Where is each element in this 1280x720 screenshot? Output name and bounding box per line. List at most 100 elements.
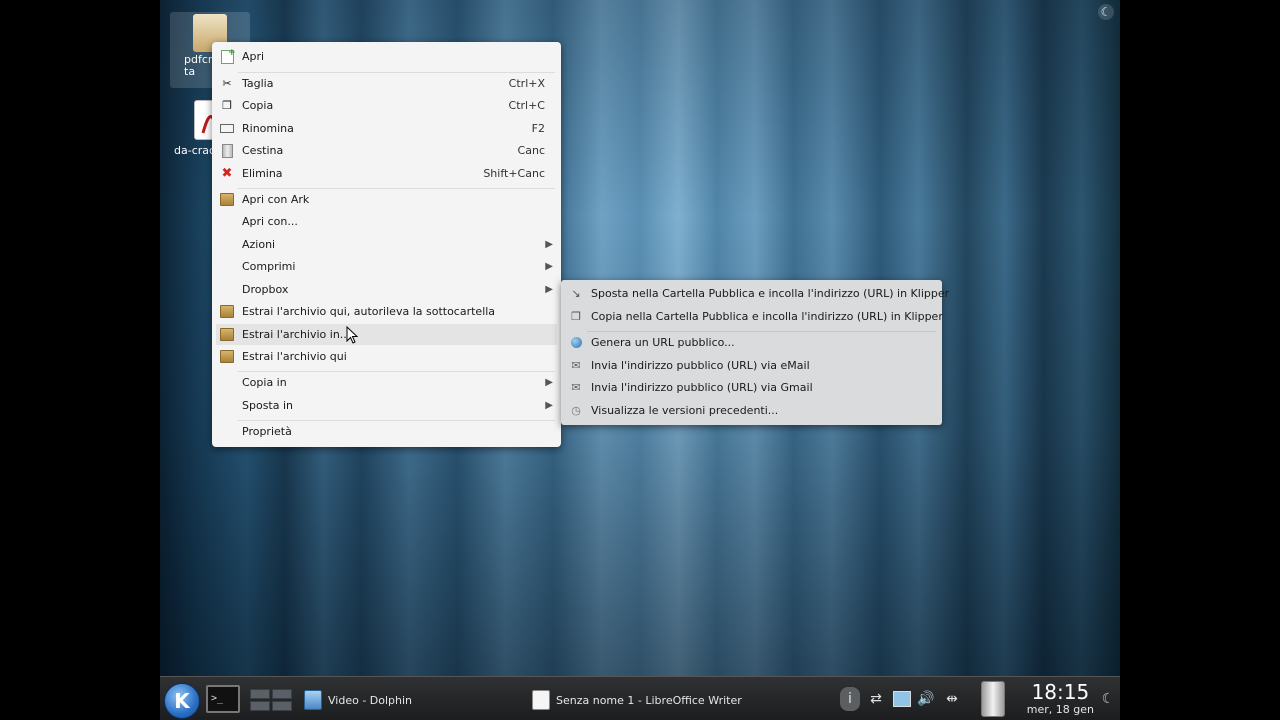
copy-icon: ❐ (571, 310, 581, 323)
menu-item-elimina[interactable]: ✖ Elimina Shift+Canc (216, 163, 557, 184)
pager-desktop-4[interactable] (272, 701, 292, 711)
menu-item-shortcut: F2 (531, 122, 545, 135)
empty-icon-slot (220, 399, 234, 413)
menu-item-label: Elimina (242, 167, 283, 180)
panel-toolbox-icon[interactable]: ☾ (1098, 687, 1118, 711)
chevron-right-icon: ▶ (545, 239, 553, 250)
menu-item-taglia[interactable]: ✂ Taglia Ctrl+X (216, 73, 557, 94)
menu-item-label: Apri (242, 50, 265, 63)
desktop-toolbox-icon[interactable]: ☾ (1098, 4, 1114, 20)
scissors-icon: ✂ (222, 77, 232, 90)
menu-item-label: Azioni (242, 238, 276, 251)
menu-item-label: Cestina (242, 144, 284, 157)
terminal-launcher[interactable]: >_ (206, 685, 240, 713)
chevron-right-icon: ▶ (545, 261, 553, 272)
task-label: Senza nome 1 - LibreOffice Writer (556, 693, 742, 707)
pager-desktop-1[interactable] (250, 689, 270, 699)
chevron-right-icon: ▶ (545, 400, 553, 411)
empty-icon-slot (220, 283, 234, 297)
menu-item-shortcut: Ctrl+C (508, 99, 545, 112)
submenu-item-label: Copia nella Cartella Pubblica e incolla … (591, 310, 943, 323)
submenu-item-invia-email[interactable]: ✉ Invia l'indirizzo pubblico (URL) via e… (565, 355, 938, 376)
menu-item-label: Proprietà (242, 425, 292, 438)
submenu-item-label: Visualizza le versioni precedenti... (591, 404, 779, 417)
submenu-item-label: Genera un URL pubblico... (591, 336, 735, 349)
submenu-item-label: Invia l'indirizzo pubblico (URL) via eMa… (591, 359, 810, 372)
submenu-item-sposta-pubblica[interactable]: ↘ Sposta nella Cartella Pubblica e incol… (565, 283, 949, 304)
menu-item-label: Apri con Ark (242, 193, 310, 206)
menu-item-comprimi[interactable]: Comprimi ▶ (216, 256, 557, 277)
menu-item-label: Estrai l'archivio qui, autorileva la sot… (242, 305, 496, 318)
tray-monitor-icon[interactable] (892, 687, 912, 711)
submenu-item-invia-gmail[interactable]: ✉ Invia l'indirizzo pubblico (URL) via G… (565, 377, 938, 398)
kde-logo-icon: K (174, 689, 190, 713)
menu-item-label: Apri con... (242, 215, 298, 228)
task-dolphin[interactable]: Video - Dolphin (304, 687, 412, 713)
menu-item-dropbox[interactable]: Dropbox ▶ (216, 279, 557, 300)
menu-item-shortcut: Shift+Canc (483, 167, 545, 180)
ark-icon (220, 305, 234, 319)
kde-menu-button[interactable]: K (164, 683, 200, 719)
menu-item-estrai-autorileva[interactable]: Estrai l'archivio qui, autorileva la sot… (216, 301, 557, 322)
menu-item-shortcut: Ctrl+X (508, 77, 545, 90)
menu-item-copia-in[interactable]: Copia in ▶ (216, 372, 557, 393)
ark-icon (220, 328, 234, 342)
menu-item-label: Dropbox (242, 283, 289, 296)
menu-item-estrai-in[interactable]: Estrai l'archivio in... (216, 324, 557, 345)
menu-item-apri-con-ark[interactable]: Apri con Ark (216, 189, 557, 210)
task-writer[interactable]: Senza nome 1 - LibreOffice Writer (532, 687, 742, 713)
copy-icon: ❐ (222, 99, 232, 112)
menu-item-label: Copia in (242, 376, 287, 389)
submenu-item-label: Invia l'indirizzo pubblico (URL) via Gma… (591, 381, 813, 394)
mouse-cursor-icon (346, 326, 358, 344)
delete-icon: ✖ (221, 166, 233, 181)
clock-date: mer, 18 gen (1026, 703, 1094, 716)
ark-icon (220, 193, 234, 207)
empty-icon-slot (220, 238, 234, 252)
terminal-icon: >_ (211, 693, 224, 704)
menu-item-apri-con[interactable]: Apri con... (216, 211, 557, 232)
tray-info-icon[interactable]: i (840, 687, 860, 711)
submenu-item-copia-pubblica[interactable]: ❐ Copia nella Cartella Pubblica e incoll… (565, 306, 943, 327)
mail-icon: ✉ (571, 381, 581, 394)
pager-desktop-3[interactable] (250, 701, 270, 711)
menu-item-label: Copia (242, 99, 274, 112)
empty-icon-slot (220, 260, 234, 274)
link-icon (569, 336, 583, 350)
menu-item-label: Estrai l'archivio in... (242, 328, 351, 341)
menu-item-label: Estrai l'archivio qui (242, 350, 347, 363)
menu-item-rinomina[interactable]: Rinomina F2 (216, 118, 557, 139)
empty-icon-slot (220, 425, 234, 439)
menu-item-azioni[interactable]: Azioni ▶ (216, 234, 557, 255)
clock[interactable]: 18:15 mer, 18 gen (1027, 681, 1094, 717)
dolphin-icon (304, 690, 322, 710)
menu-item-sposta-in[interactable]: Sposta in ▶ (216, 395, 557, 416)
tray-usb-icon[interactable]: ⇹ (942, 687, 962, 711)
empty-icon-slot (220, 376, 234, 390)
menu-item-shortcut: Canc (517, 144, 545, 157)
mail-icon: ✉ (571, 359, 581, 372)
menu-item-proprieta[interactable]: Proprietà (216, 421, 557, 442)
pager-desktop-2[interactable] (272, 689, 292, 699)
writer-icon (532, 690, 550, 710)
menu-item-label: Sposta in (242, 399, 294, 412)
context-menu: + Apri ✂ Taglia Ctrl+X ❐ Copia Ctrl+C Ri… (212, 42, 561, 447)
dropbox-submenu: ↘ Sposta nella Cartella Pubblica e incol… (561, 280, 949, 425)
clock-time: 18:15 (1031, 680, 1090, 704)
taskbar: K >_ Video - Dolphin Senza nome 1 - Libr… (160, 676, 1120, 720)
menu-item-label: Comprimi (242, 260, 296, 273)
tray-network-icon[interactable]: ⇄ (866, 687, 886, 711)
virtual-desktop-pager[interactable] (250, 689, 292, 711)
open-icon: + (220, 48, 236, 64)
submenu-item-versioni[interactable]: ◷ Visualizza le versioni precedenti... (565, 400, 938, 421)
trash-widget-icon[interactable] (980, 681, 1006, 717)
trash-icon (220, 143, 234, 158)
tray-volume-icon[interactable]: 🔊 (916, 687, 936, 711)
submenu-item-label: Sposta nella Cartella Pubblica e incolla… (591, 287, 950, 300)
menu-item-apri[interactable]: + Apri (216, 46, 557, 67)
rename-icon (220, 122, 234, 136)
menu-item-estrai-qui[interactable]: Estrai l'archivio qui (216, 346, 557, 367)
menu-item-cestina[interactable]: Cestina Canc (216, 140, 557, 161)
submenu-item-genera-url[interactable]: Genera un URL pubblico... (565, 332, 938, 353)
menu-item-copia[interactable]: ❐ Copia Ctrl+C (216, 95, 557, 116)
